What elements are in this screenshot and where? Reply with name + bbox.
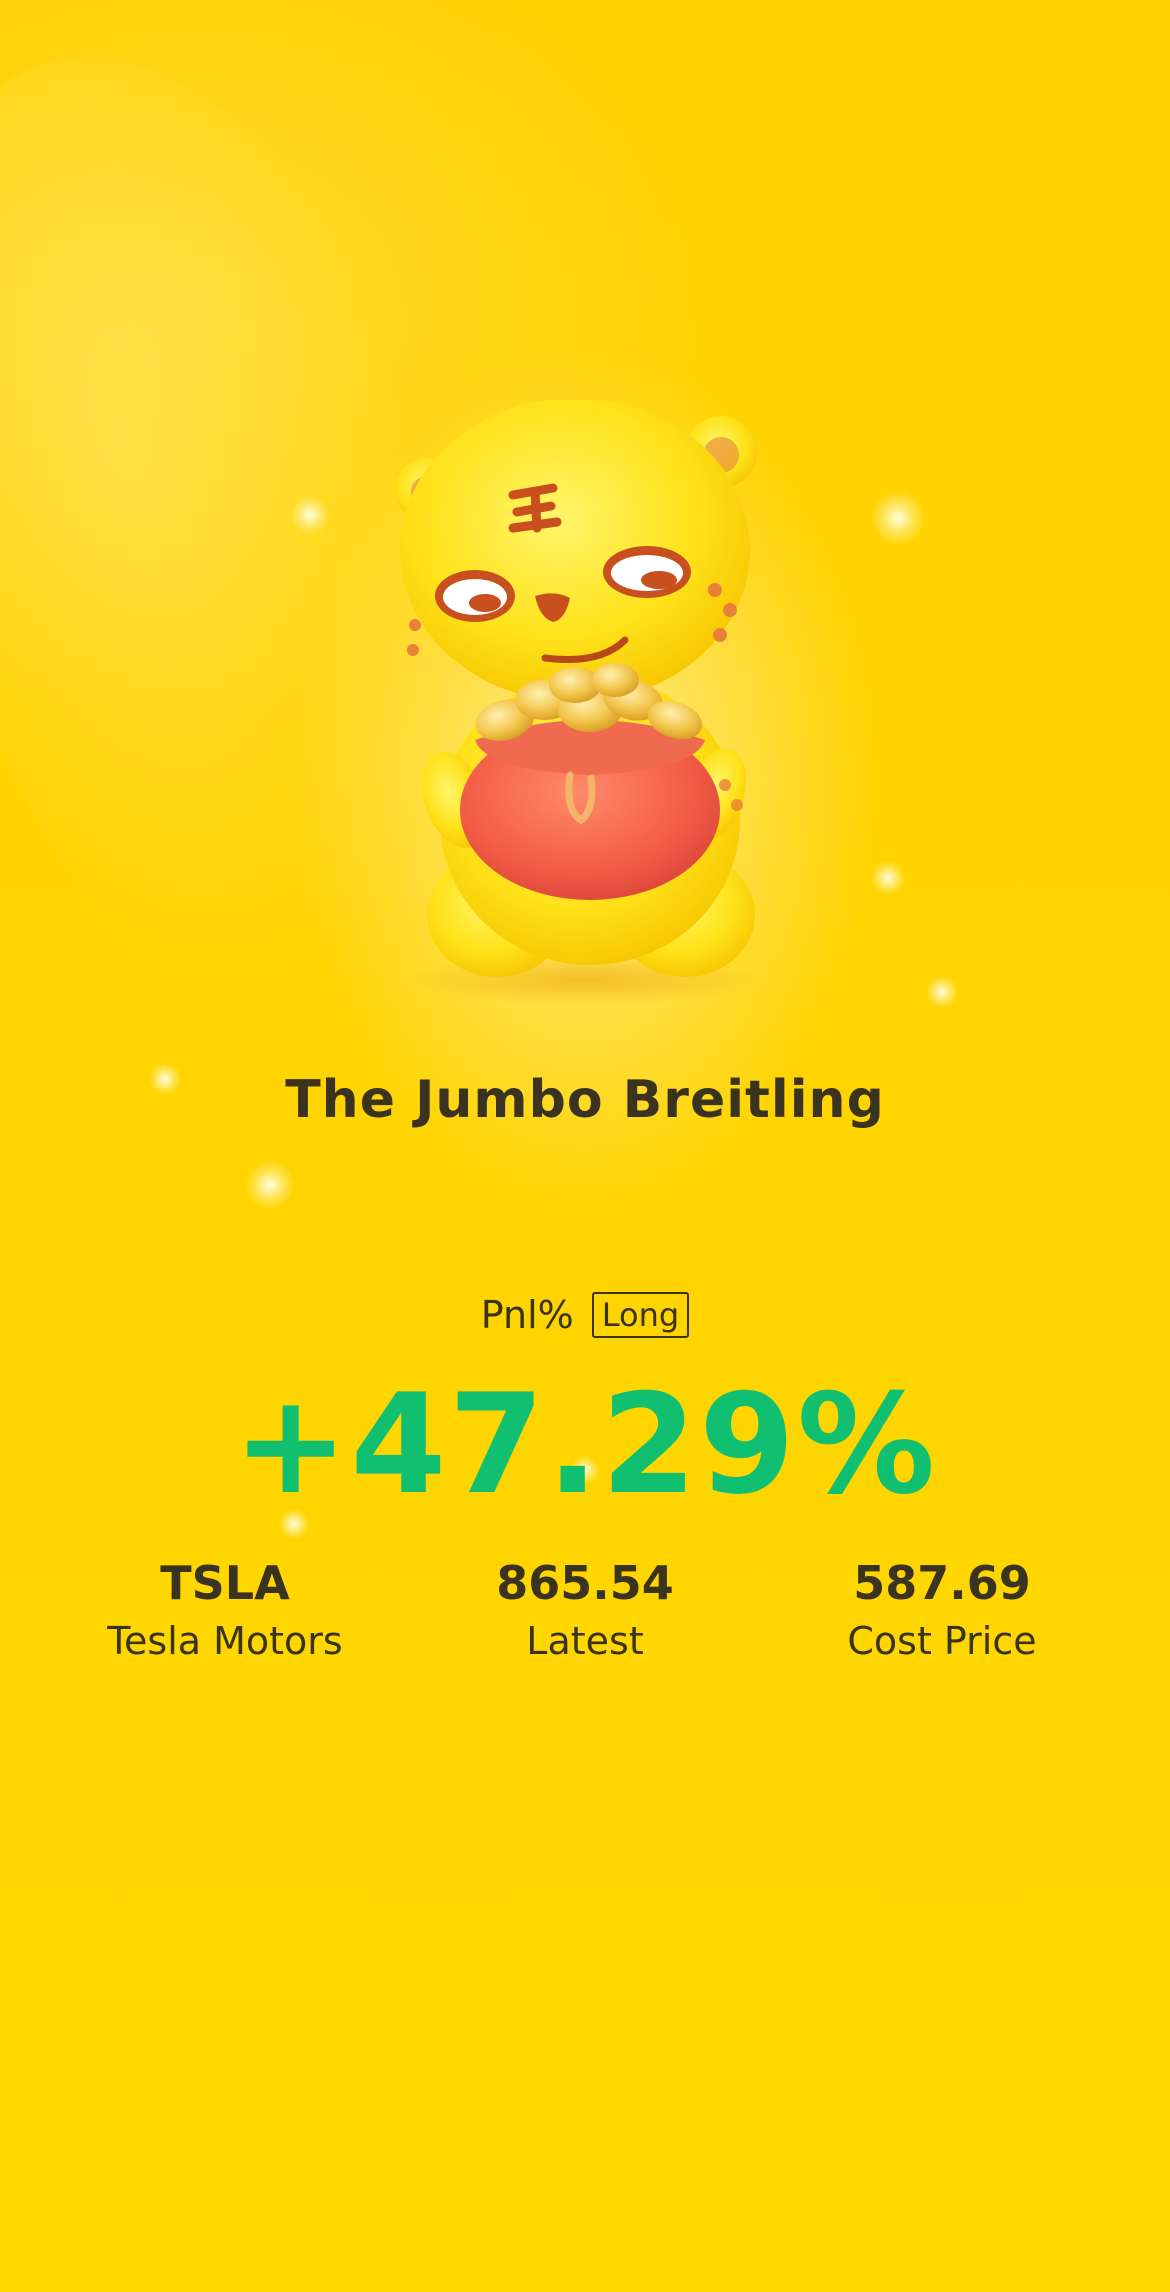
stat-symbol: TSLA Tesla Motors [45, 1555, 405, 1669]
sparkle [870, 860, 906, 896]
pnl-label: Pnl% [480, 1293, 574, 1337]
tiger-mascot-with-coin-bag-icon [385, 400, 785, 1020]
stat-label: Latest [526, 1619, 644, 1663]
stat-value: TSLA [160, 1556, 290, 1610]
sparkle [870, 490, 926, 546]
stat-latest: 865.54 Latest [405, 1555, 765, 1669]
position-badge: Long [591, 1292, 690, 1338]
page-title: The Jumbo Breitling [285, 1070, 885, 1130]
sparkle [245, 1160, 295, 1210]
stat-label: Tesla Motors [107, 1619, 343, 1663]
stock-stats: TSLA Tesla Motors 865.54 Latest 587.69 C… [0, 1555, 1170, 1675]
sparkle [925, 975, 959, 1009]
stat-value: 587.69 [853, 1556, 1031, 1610]
pnl-header: Pnl% Long [0, 1292, 1170, 1338]
stat-value: 865.54 [496, 1556, 674, 1610]
stat-label: Cost Price [847, 1619, 1037, 1663]
stat-cost-price: 587.69 Cost Price [762, 1555, 1122, 1669]
sparkle [290, 495, 330, 535]
pnl-percentage-value: +47.29% [232, 1364, 938, 1525]
